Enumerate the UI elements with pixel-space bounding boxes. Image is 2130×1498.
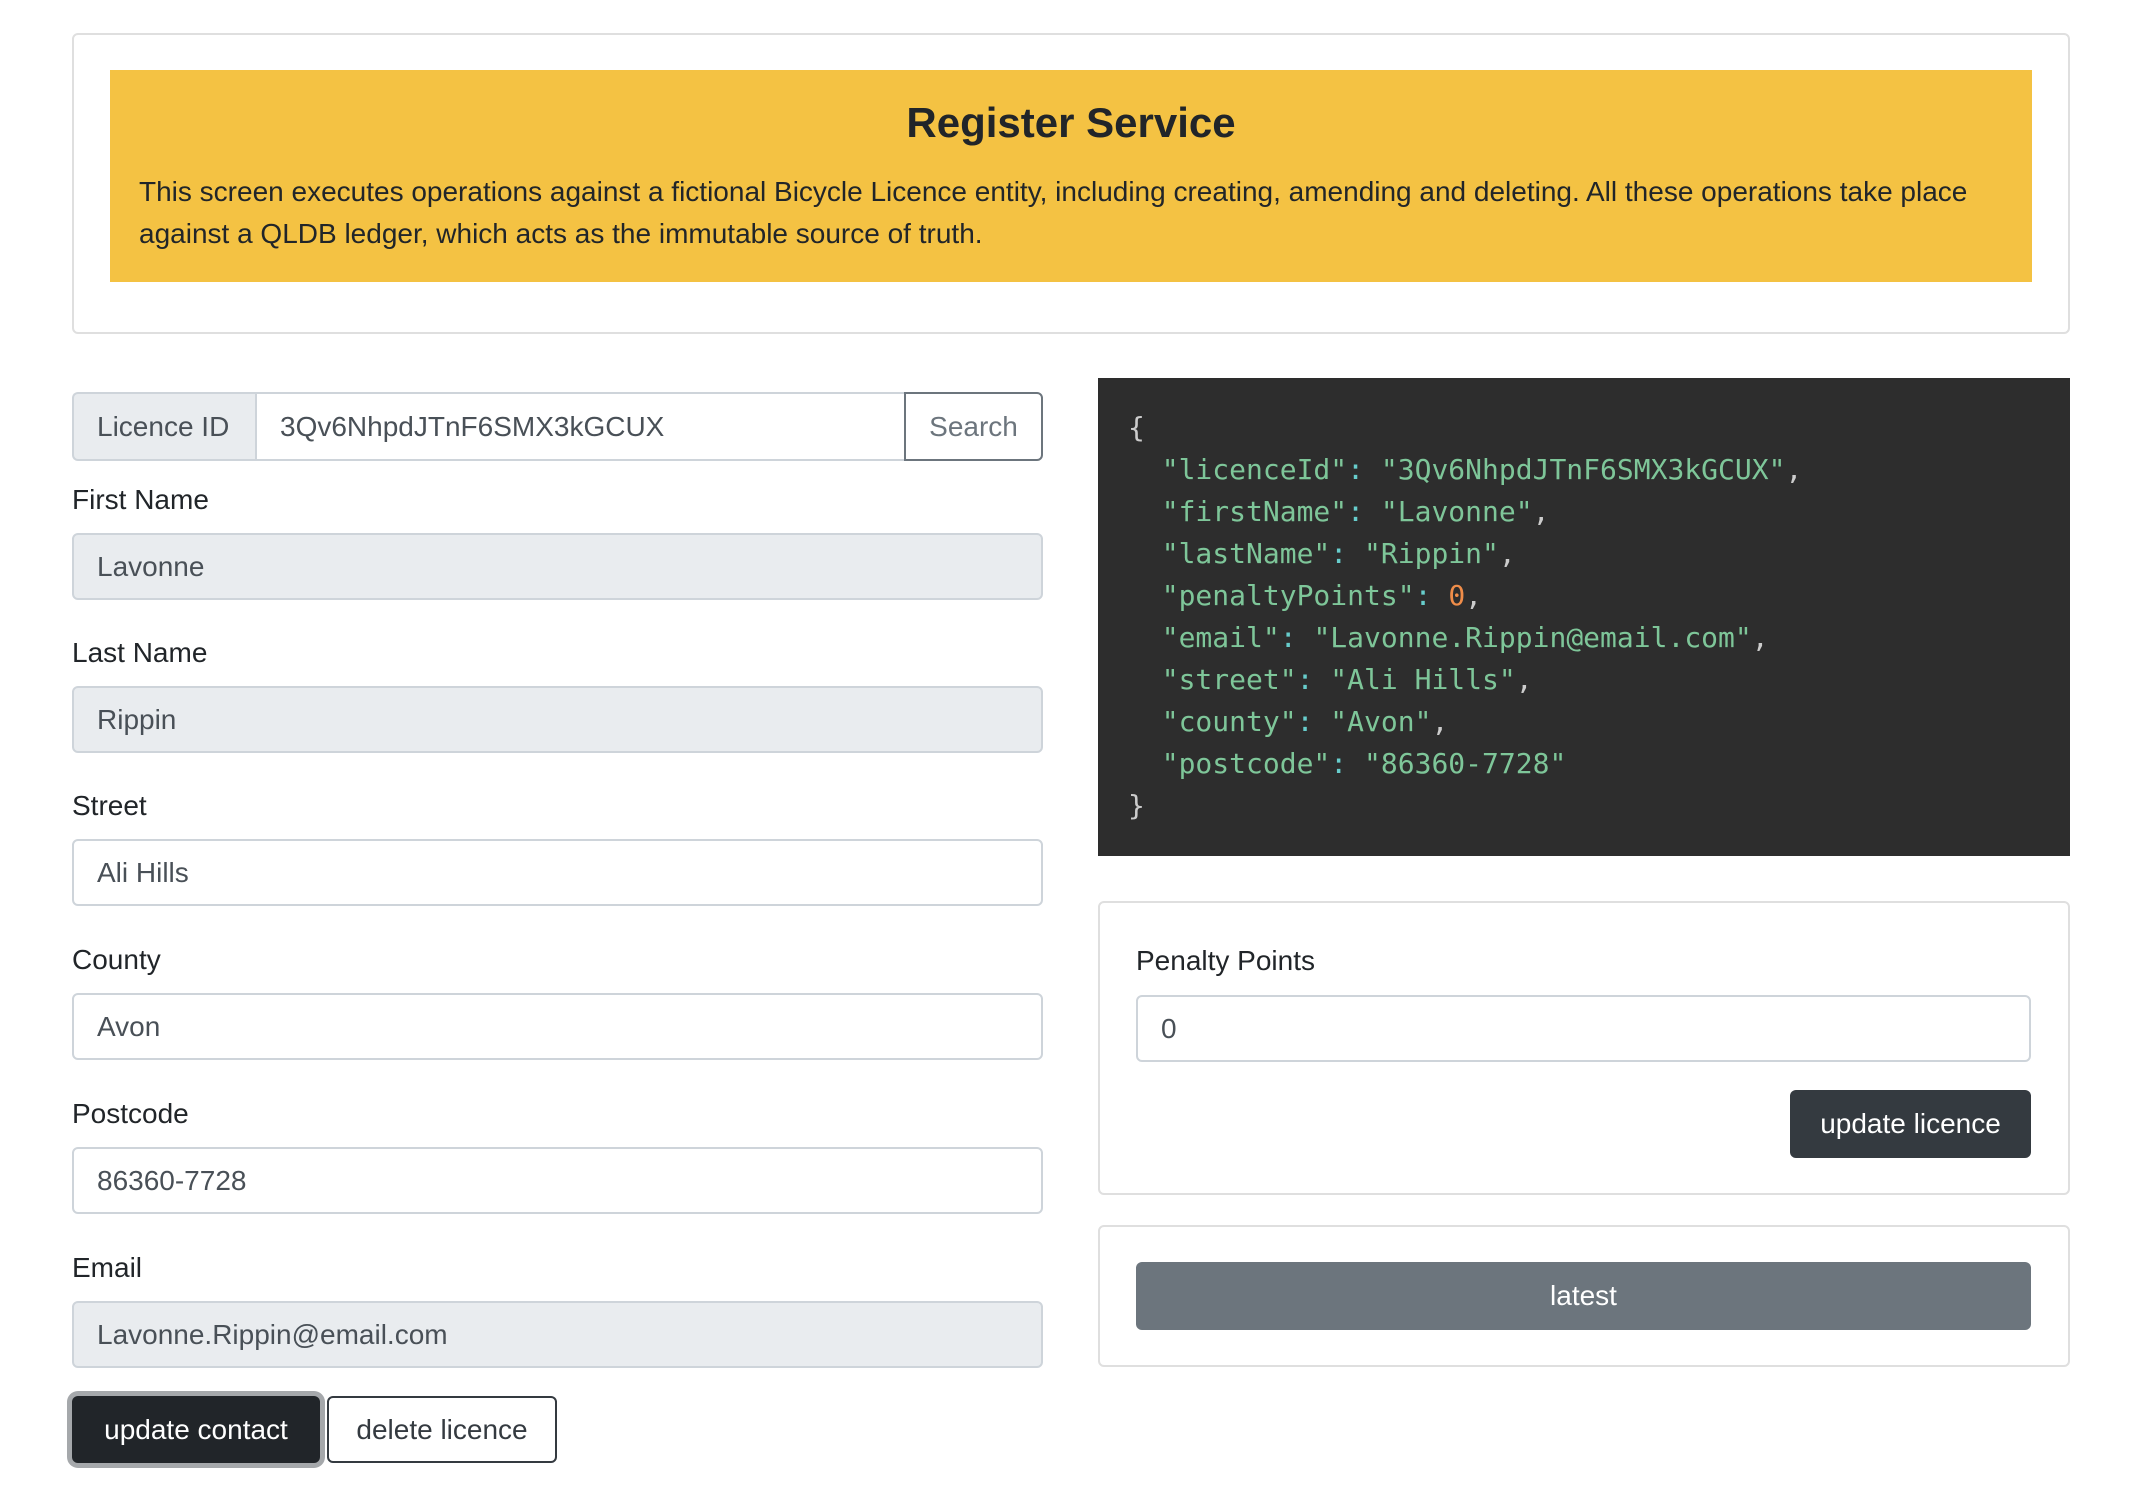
delete-licence-button[interactable]: delete licence	[327, 1396, 557, 1463]
json-entry: "lastName": "Rippin",	[1161, 537, 1516, 570]
first-name-label: First Name	[72, 484, 209, 515]
postcode-input[interactable]	[72, 1147, 1043, 1214]
postcode-label: Postcode	[72, 1098, 189, 1129]
street-label: Street	[72, 790, 147, 821]
update-contact-button[interactable]: update contact	[72, 1396, 320, 1463]
page-title: Register Service	[906, 99, 1236, 146]
json-entry: "email": "Lavonne.Rippin@email.com",	[1161, 621, 1769, 654]
page-description: This screen executes operations against …	[139, 176, 1968, 249]
json-close-brace: }	[1128, 789, 1145, 822]
latest-button[interactable]: latest	[1136, 1262, 2031, 1330]
county-input[interactable]	[72, 993, 1043, 1060]
licence-id-addon: Licence ID	[72, 392, 255, 461]
search-button[interactable]: Search	[904, 392, 1043, 461]
last-name-input[interactable]	[72, 686, 1043, 753]
county-label: County	[72, 944, 161, 975]
json-entry: "street": "Ali Hills",	[1161, 663, 1533, 696]
email-label: Email	[72, 1252, 143, 1283]
penalty-points-label: Penalty Points	[1136, 945, 1315, 976]
json-entry: "licenceId": "3Qv6NhpdJTnF6SMX3kGCUX",	[1161, 453, 1803, 486]
street-input[interactable]	[72, 839, 1043, 906]
info-banner: Register Service This screen executes op…	[110, 70, 2032, 282]
update-licence-button[interactable]: update licence	[1790, 1090, 2031, 1158]
last-name-label: Last Name	[72, 637, 208, 668]
json-entry: "postcode": "86360-7728"	[1161, 747, 1567, 780]
json-entry: "firstName": "Lavonne",	[1161, 495, 1550, 528]
first-name-input[interactable]	[72, 533, 1043, 600]
json-open-brace: {	[1128, 411, 1145, 444]
email-input[interactable]	[72, 1301, 1043, 1368]
penalty-points-input[interactable]	[1136, 995, 2031, 1062]
json-entry: "county": "Avon",	[1161, 705, 1449, 738]
licence-id-input[interactable]	[255, 392, 904, 461]
licence-json-view: { "licenceId": "3Qv6NhpdJTnF6SMX3kGCUX",…	[1098, 378, 2070, 856]
json-entry: "penaltyPoints": 0,	[1161, 579, 1483, 612]
licence-search-group: Licence ID Search	[72, 392, 1043, 461]
